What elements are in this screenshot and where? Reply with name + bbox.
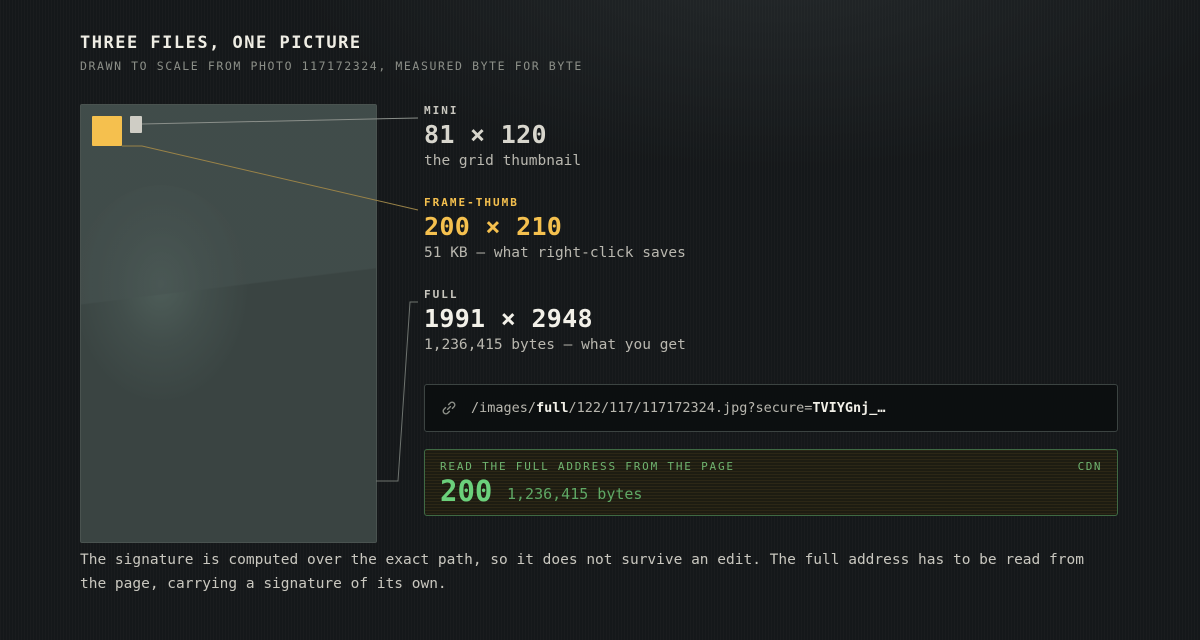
url-path: /122/117/117172324.jpg?secure= bbox=[568, 400, 813, 416]
url-token: TVIYGnj_… bbox=[812, 400, 886, 416]
tier-mini-label: MINI bbox=[424, 104, 459, 117]
tier-full-label: FULL bbox=[424, 288, 459, 301]
result-caption: READ THE FULL ADDRESS FROM THE PAGE bbox=[440, 460, 735, 473]
byte-count: 1,236,415 bytes bbox=[507, 485, 643, 503]
cdn-tag: CDN bbox=[1077, 460, 1102, 473]
status-code: 200 bbox=[440, 474, 493, 508]
diagram-title: THREE FILES, ONE PICTURE bbox=[80, 33, 362, 53]
link-icon bbox=[442, 401, 456, 415]
tier-frame-thumb-note: 51 KB — what right-click saves bbox=[424, 245, 686, 261]
url-prefix: /images/ bbox=[471, 400, 537, 416]
url-segment: full bbox=[536, 400, 569, 416]
tier-frame-thumb-dims: 200 × 210 bbox=[424, 212, 563, 241]
url-text[interactable]: /images/full/122/117/117172324.jpg?secur… bbox=[471, 400, 886, 416]
tier-frame-thumb: FRAME-THUMB 200 × 210 51 KB — what right… bbox=[424, 196, 686, 261]
url-bar[interactable]: /images/full/122/117/117172324.jpg?secur… bbox=[424, 384, 1118, 432]
tier-mini: MINI 81 × 120 the grid thumbnail bbox=[424, 104, 581, 169]
tier-frame-thumb-label: FRAME-THUMB bbox=[424, 196, 519, 209]
tier-mini-dims: 81 × 120 bbox=[424, 120, 547, 149]
photo-wedge bbox=[81, 105, 376, 542]
frame-thumb-box bbox=[92, 116, 122, 146]
full-image-frame bbox=[80, 104, 377, 543]
tier-full-dims: 1991 × 2948 bbox=[424, 304, 593, 333]
full-leader-line bbox=[376, 301, 418, 482]
mini-thumb-box bbox=[130, 116, 142, 133]
tier-full-note: 1,236,415 bytes — what you get bbox=[424, 337, 686, 353]
tier-full: FULL 1991 × 2948 1,236,415 bytes — what … bbox=[424, 288, 686, 353]
diagram-subtitle: DRAWN TO SCALE FROM PHOTO 117172324, MEA… bbox=[80, 59, 583, 73]
footnote: The signature is computed over the exact… bbox=[80, 552, 1084, 592]
fetch-result-panel: READ THE FULL ADDRESS FROM THE PAGE CDN … bbox=[424, 449, 1118, 516]
tier-mini-note: the grid thumbnail bbox=[424, 153, 582, 169]
